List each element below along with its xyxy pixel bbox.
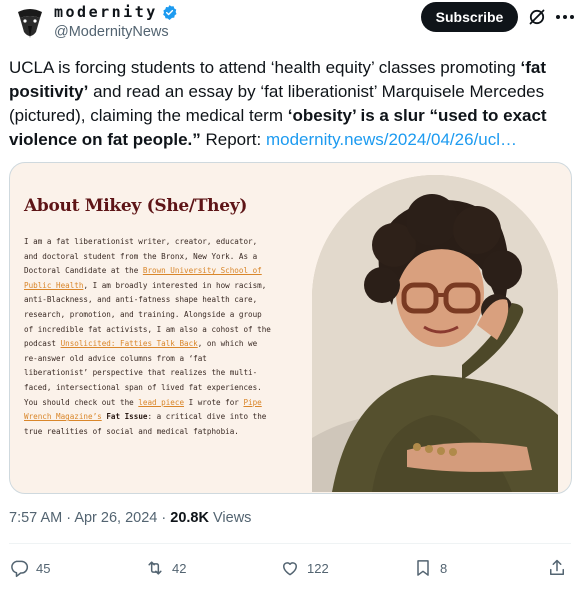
media-text: I wrote for	[184, 397, 244, 407]
reply-count: 45	[36, 560, 51, 576]
reply-button[interactable]: 45	[9, 558, 50, 578]
media-image[interactable]: About Mikey (She/They) I am a fat libera…	[9, 162, 572, 494]
reply-icon	[11, 560, 29, 578]
divider	[9, 543, 571, 544]
portrait-photo	[312, 175, 558, 492]
tweet-time[interactable]: 7:57 AM	[9, 510, 62, 526]
more-icon[interactable]	[556, 7, 574, 27]
repost-button[interactable]: 42	[145, 558, 186, 578]
meta-separator: ·	[66, 510, 72, 526]
verified-badge-icon	[161, 4, 178, 21]
share-icon	[550, 559, 564, 575]
tweet-date[interactable]: Apr 26, 2024	[74, 510, 157, 526]
media-body: I am a fat liberationist writer, creator…	[24, 235, 274, 439]
like-count: 122	[307, 560, 329, 576]
grok-icon[interactable]	[527, 7, 547, 27]
media-link: Unsolicited: Fatties Talk Back	[60, 339, 198, 349]
subscribe-button[interactable]: Subscribe	[421, 2, 518, 32]
like-button[interactable]: 122	[280, 558, 329, 578]
action-bar: 45 42 122 8	[0, 558, 579, 586]
share-button[interactable]	[547, 558, 567, 578]
media-bold: Fat Issue	[106, 412, 148, 422]
media-text: , on which we re-answer old advice colum…	[24, 339, 262, 407]
name-row: modernity	[54, 3, 178, 21]
crow-logo-icon	[10, 2, 50, 42]
repost-count: 42	[172, 560, 187, 576]
bookmark-icon	[417, 560, 429, 576]
views-count: 20.8K	[170, 510, 209, 526]
media-title: About Mikey (She/They)	[24, 196, 248, 216]
repost-icon	[148, 561, 162, 575]
views-label: Views	[213, 510, 252, 526]
tweet-text-segment: UCLA is forcing students to attend ‘heal…	[9, 58, 521, 77]
handle[interactable]: @ModernityNews	[54, 24, 169, 40]
tweet-header: modernity @ModernityNews Subscribe	[0, 0, 579, 48]
heart-icon	[283, 562, 297, 576]
bookmark-button[interactable]: 8	[413, 558, 447, 578]
bookmark-count: 8	[440, 560, 448, 576]
tweet-meta: 7:57 AM · Apr 26, 2024 · 20.8K Views	[9, 510, 251, 526]
display-name[interactable]: modernity	[54, 3, 158, 21]
avatar[interactable]	[10, 2, 50, 42]
tweet-text-segment: Report:	[200, 130, 266, 149]
report-link[interactable]: modernity.news/2024/04/26/ucl…	[266, 130, 517, 149]
meta-separator: ·	[161, 510, 167, 526]
media-link: lead piece	[138, 397, 185, 407]
tweet-text: UCLA is forcing students to attend ‘heal…	[9, 56, 571, 152]
